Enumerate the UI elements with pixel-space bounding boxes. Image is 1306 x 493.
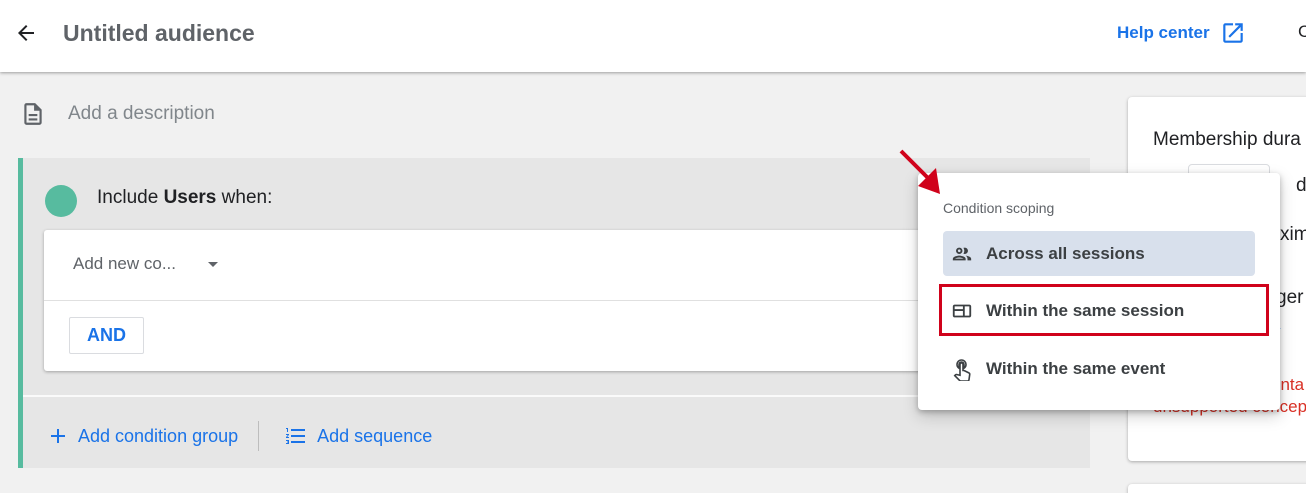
menu-item-label: Within the same session bbox=[986, 300, 1185, 320]
condition-card: Add new co... AND bbox=[44, 230, 944, 371]
add-sequence-label: Add sequence bbox=[317, 425, 433, 446]
include-statement: Include Users when: bbox=[97, 187, 272, 209]
session-icon bbox=[950, 300, 974, 322]
membership-duration-title: Membership dura bbox=[1153, 129, 1301, 150]
condition-scoping-menu: Condition scoping Across all sessions Wi… bbox=[918, 173, 1280, 410]
description-placeholder: Add a description bbox=[68, 103, 215, 124]
group-footer: Add condition group Add sequence bbox=[46, 421, 432, 451]
numbered-list-icon bbox=[283, 424, 309, 448]
secondary-panel bbox=[1128, 484, 1306, 493]
page-title[interactable]: Untitled audience bbox=[63, 20, 255, 47]
include-prefix: Include bbox=[97, 187, 159, 208]
maximum-label: xim bbox=[1280, 224, 1306, 245]
annotation-arrow-icon bbox=[899, 149, 940, 194]
description-icon bbox=[20, 100, 46, 128]
and-button[interactable]: AND bbox=[69, 317, 144, 354]
menu-item-across-all-sessions[interactable]: Across all sessions bbox=[943, 231, 1255, 276]
plus-icon bbox=[46, 424, 70, 448]
open-in-new-icon bbox=[1220, 20, 1246, 46]
menu-item-label: Within the same event bbox=[986, 358, 1166, 378]
description-row[interactable]: Add a description bbox=[20, 100, 215, 128]
include-suffix: when: bbox=[221, 187, 273, 208]
top-bar: Untitled audience Help center C bbox=[0, 0, 1306, 72]
include-subject: Users bbox=[163, 187, 217, 208]
add-sequence-button[interactable]: Add sequence bbox=[283, 424, 432, 448]
menu-item-within-same-event[interactable]: Within the same event bbox=[943, 346, 1255, 391]
add-condition-group-label: Add condition group bbox=[78, 425, 239, 446]
back-arrow-icon[interactable] bbox=[10, 17, 42, 49]
truncated-header-text: C bbox=[1298, 22, 1306, 41]
divider bbox=[258, 421, 260, 451]
trigger-label: ger bbox=[1276, 287, 1304, 308]
condition-placeholder: Add new co... bbox=[73, 254, 177, 273]
menu-heading: Condition scoping bbox=[943, 200, 1055, 216]
add-condition-group-button[interactable]: Add condition group bbox=[46, 424, 238, 448]
touch-icon bbox=[950, 357, 974, 381]
days-label: day bbox=[1296, 175, 1306, 196]
people-icon bbox=[950, 243, 974, 265]
help-center-label: Help center bbox=[1117, 23, 1210, 42]
include-dot-icon bbox=[45, 185, 77, 217]
menu-item-label: Across all sessions bbox=[986, 243, 1145, 263]
divider bbox=[44, 300, 944, 301]
menu-item-within-same-session[interactable]: Within the same session bbox=[943, 288, 1255, 333]
add-condition-dropdown[interactable]: Add new co... bbox=[73, 254, 219, 274]
help-center-link[interactable]: Help center bbox=[1117, 20, 1246, 46]
dropdown-caret-icon bbox=[208, 261, 219, 267]
